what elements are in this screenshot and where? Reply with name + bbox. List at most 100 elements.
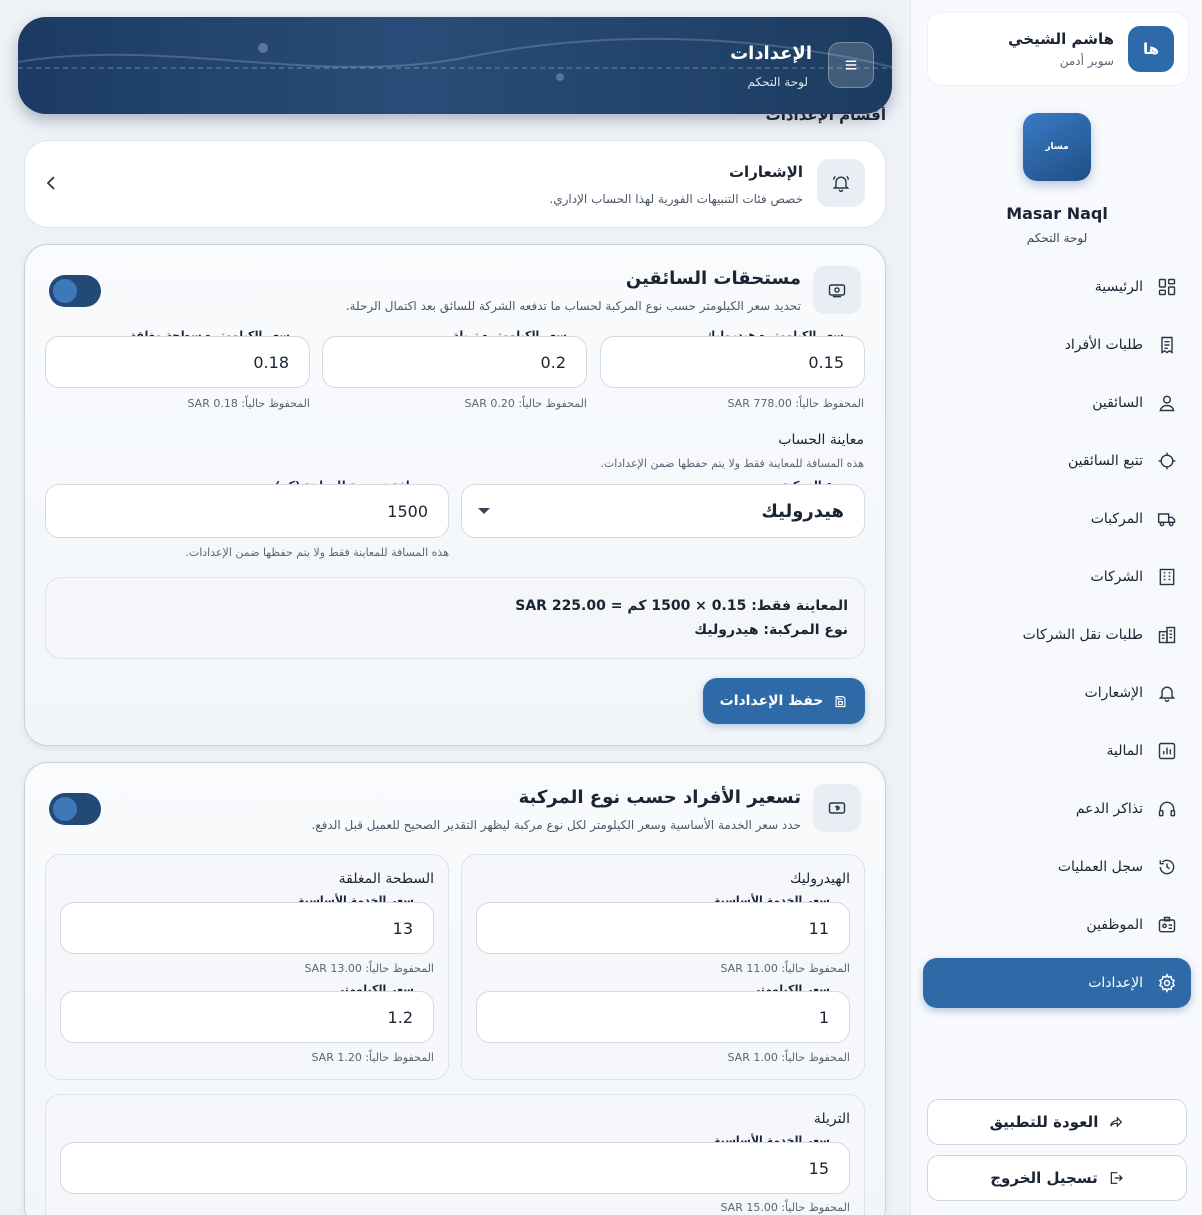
drivers-dues-title: مستحقات السائقين <box>625 268 801 289</box>
sidebar-item-label: الإشعارات <box>1084 685 1143 701</box>
receipt-icon <box>1161 336 1173 354</box>
km-price-input-hydraulic[interactable]: 1 <box>476 991 850 1043</box>
bell-icon <box>1158 686 1176 702</box>
preview-result-vehicle: نوع المركبة: هيدروليك <box>694 622 848 638</box>
vehicle-type-select[interactable]: هيدروليك <box>461 484 865 538</box>
back-to-app-label: العودة للتطبيق <box>989 1113 1099 1131</box>
sidebar-item-label: طلبات نقل الشركات <box>1022 627 1143 643</box>
distance-note: هذه المسافة للمعاينة فقط ولا يتم حفظها ض… <box>185 546 449 559</box>
individual-pricing-toggle[interactable] <box>49 793 101 825</box>
building-icon <box>1159 568 1175 586</box>
sidebar-item-companies[interactable]: الشركات <box>923 552 1191 602</box>
base-price-input-closed-flatbed[interactable]: 13 <box>60 902 434 954</box>
logout-label: تسجيل الخروج <box>990 1169 1098 1187</box>
sidebar-item-finance[interactable]: المالية <box>923 726 1191 776</box>
sidebar: ها هاشم الشيخي سوبر أدمن مسار Masar Naql… <box>910 0 1202 1215</box>
preview-result-calculation: المعاينة فقط: 0.15 × 1500 كم = SAR 225.0… <box>515 598 848 614</box>
truck-icon <box>1157 513 1176 527</box>
rate-saved-closed-flatbed: المحفوظ حالياً: SAR 0.18 <box>187 397 310 410</box>
back-to-app-button[interactable]: العودة للتطبيق <box>927 1099 1187 1145</box>
drivers-dues-icon-box <box>813 266 861 314</box>
sidebar-item-vehicles[interactable]: المركبات <box>923 494 1191 544</box>
avatar: ها <box>1128 26 1174 72</box>
logout-icon <box>1110 1172 1123 1184</box>
save-settings-label: حفظ الإعدادات <box>719 693 824 709</box>
sidebar-item-label: الشركات <box>1090 569 1143 585</box>
chevron-down-icon <box>478 508 490 514</box>
vehicle-name: السطحة المغلقة <box>338 871 434 887</box>
user-role: سوبر أدمن <box>1059 54 1114 68</box>
sidebar-item-label: المالية <box>1106 743 1143 759</box>
drivers-dues-toggle[interactable] <box>49 275 101 307</box>
rate-saved-trailer: المحفوظ حالياً: SAR 0.20 <box>464 397 587 410</box>
sidebar-item-individual-orders[interactable]: طلبات الأفراد <box>923 320 1191 370</box>
id-card-icon <box>1158 916 1176 933</box>
base-price-input-hydraulic[interactable]: 11 <box>476 902 850 954</box>
base-saved-closed-flatbed: المحفوظ حالياً: SAR 13.00 <box>304 962 434 975</box>
notifications-card-title: الإشعارات <box>728 163 803 181</box>
money-icon <box>828 284 846 298</box>
brand-name: Masar Naql <box>1006 204 1108 223</box>
share-arrow-icon <box>1110 1116 1123 1128</box>
notifications-icon-box <box>817 159 865 207</box>
logout-button[interactable]: تسجيل الخروج <box>927 1155 1187 1201</box>
vehicle-name: الهيدروليك <box>790 871 850 887</box>
user-icon <box>1159 395 1175 412</box>
preview-note: هذه المسافة للمعاينة فقط ولا يتم حفظها ض… <box>600 457 864 470</box>
history-icon <box>1159 859 1175 875</box>
sidebar-item-drivers[interactable]: السائقين <box>923 378 1191 428</box>
sidebar-item-home[interactable]: الرئيسية <box>923 262 1191 312</box>
notifications-card-description: خصص فئات التنبيهات الفورية لهذا الحساب ا… <box>549 192 803 206</box>
sidebar-item-label: تتبع السائقين <box>1067 453 1143 469</box>
brand-logo: مسار <box>1023 113 1091 181</box>
sidebar-item-activity-log[interactable]: سجل العمليات <box>923 842 1191 892</box>
sidebar-item-label: الإعدادات <box>1088 975 1143 991</box>
brand-logo-text: مسار <box>1045 142 1069 152</box>
chart-icon <box>1158 742 1176 760</box>
sidebar-item-label: تذاكر الدعم <box>1075 801 1143 817</box>
sidebar-item-driver-tracking[interactable]: تتبع السائقين <box>923 436 1191 486</box>
rate-input-trailer[interactable]: 0.2 <box>322 336 587 388</box>
base-saved-hydraulic: المحفوظ حالياً: SAR 11.00 <box>720 962 850 975</box>
buildings-icon <box>1158 626 1176 644</box>
km-price-input-closed-flatbed[interactable]: 1.2 <box>60 991 434 1043</box>
drivers-dues-description: تحديد سعر الكيلومتر حسب نوع المركبة لحسا… <box>345 299 801 313</box>
km-saved-hydraulic: المحفوظ حالياً: SAR 1.00 <box>727 1051 850 1064</box>
individual-pricing-description: حدد سعر الخدمة الأساسية وسعر الكيلومتر ل… <box>311 818 801 832</box>
rate-input-hydraulic[interactable]: 0.15 <box>600 336 865 388</box>
bell-icon <box>832 175 850 192</box>
hamburger-icon <box>845 60 857 70</box>
sidebar-item-employees[interactable]: الموظفين <box>923 900 1191 950</box>
user-name: هاشم الشيخي <box>1008 30 1114 48</box>
sidebar-item-label: سجل العمليات <box>1057 859 1143 875</box>
page-title: الإعدادات <box>730 43 812 64</box>
rate-input-closed-flatbed[interactable]: 0.18 <box>45 336 310 388</box>
sidebar-item-label: السائقين <box>1092 395 1143 411</box>
crosshair-icon <box>1158 452 1176 470</box>
sidebar-item-label: طلبات الأفراد <box>1064 337 1143 353</box>
individual-pricing-title: تسعير الأفراد حسب نوع المركبة <box>518 787 801 808</box>
sidebar-item-settings[interactable]: الإعدادات <box>923 958 1191 1008</box>
gear-icon <box>1158 973 1176 993</box>
menu-button[interactable] <box>828 42 874 88</box>
individual-pricing-icon-box <box>813 784 861 832</box>
notifications-settings-card[interactable]: الإشعارات خصص فئات التنبيهات الفورية لهذ… <box>24 140 886 228</box>
cash-icon <box>828 802 846 814</box>
brand-subtitle: لوحة التحكم <box>1026 231 1088 245</box>
sidebar-item-notifications[interactable]: الإشعارات <box>923 668 1191 718</box>
save-settings-button[interactable]: حفظ الإعدادات <box>703 678 865 724</box>
sidebar-item-company-transport-orders[interactable]: طلبات نقل الشركات <box>923 610 1191 660</box>
base-saved-trailer: المحفوظ حالياً: SAR 15.00 <box>720 1201 850 1214</box>
header-wave-decoration <box>18 37 892 81</box>
base-price-input-trailer[interactable]: 15 <box>60 1142 850 1194</box>
distance-input[interactable]: 1500 <box>45 484 449 538</box>
preview-result-box: المعاينة فقط: 0.15 × 1500 كم = SAR 225.0… <box>45 577 865 659</box>
sidebar-item-support-tickets[interactable]: تذاكر الدعم <box>923 784 1191 834</box>
user-card[interactable]: ها هاشم الشيخي سوبر أدمن <box>927 12 1189 86</box>
preview-heading: معاينة الحساب <box>778 432 864 448</box>
page-subtitle: لوحة التحكم <box>747 75 809 89</box>
sidebar-item-label: المركبات <box>1090 511 1143 527</box>
sidebar-item-label: الموظفين <box>1086 917 1143 933</box>
page-header: الإعدادات لوحة التحكم <box>18 17 892 114</box>
save-icon <box>835 695 846 707</box>
